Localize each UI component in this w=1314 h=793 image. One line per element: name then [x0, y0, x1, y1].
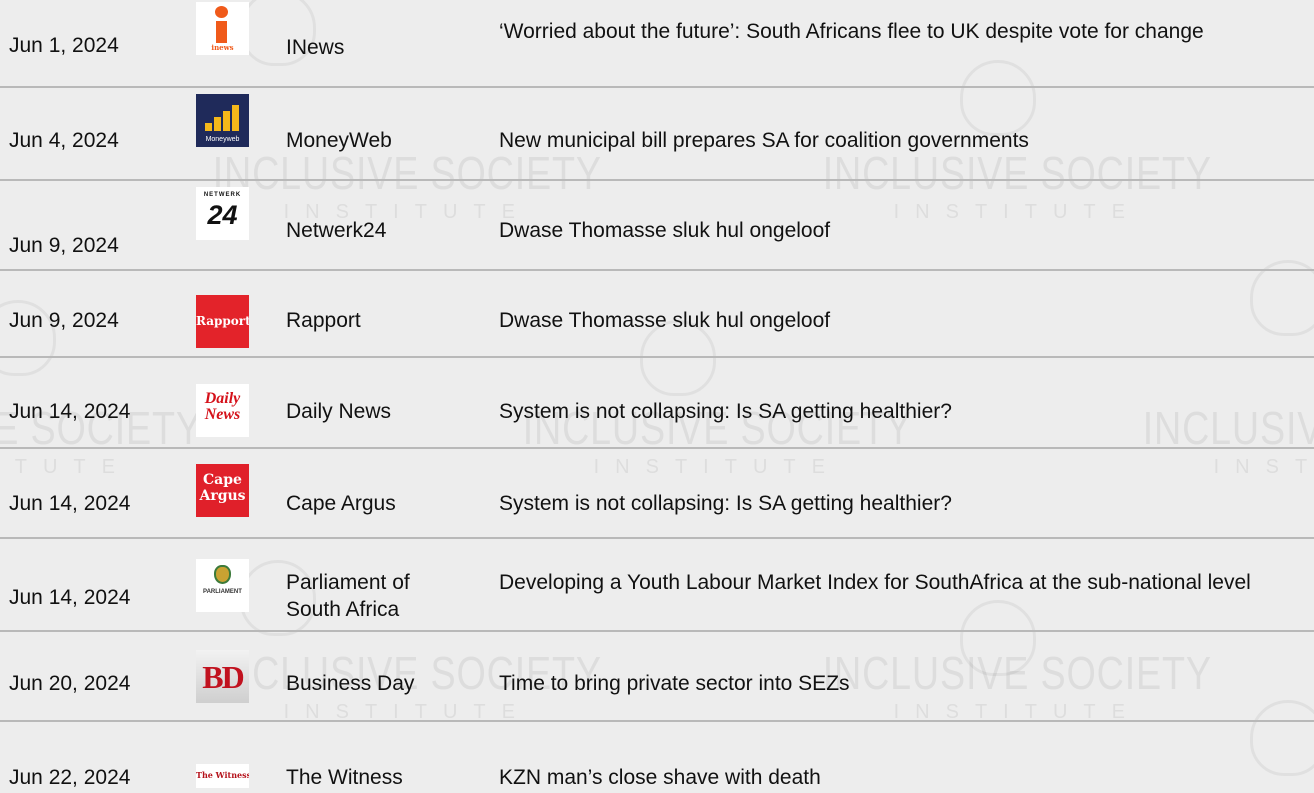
source-cell: Daily News	[286, 400, 392, 423]
headline-cell: ‘Worried about the future’: South Africa…	[499, 20, 1204, 43]
date-cell: Jun 14, 2024	[9, 492, 131, 515]
headline-cell: KZN man’s close shave with death	[499, 766, 821, 789]
table-row: Jun 14, 2024 Daily News Daily News Syste…	[0, 358, 1314, 449]
table-row: Jun 20, 2024 BD Business Day Time to bri…	[0, 632, 1314, 722]
rapport-logo-icon: Rapport	[196, 295, 249, 348]
source-cell: Netwerk24	[286, 219, 387, 242]
date-cell: Jun 22, 2024	[9, 766, 131, 789]
business-day-logo-icon: BD	[196, 650, 249, 703]
source-cell: Parliament of South Africa	[286, 571, 410, 621]
source-cell: INews	[286, 36, 345, 59]
headline-cell: Time to bring private sector into SEZs	[499, 672, 850, 695]
source-cell: Rapport	[286, 309, 361, 332]
headline-cell: Dwase Thomasse sluk hul ongeloof	[499, 309, 831, 332]
inews-logo-icon: inews	[196, 2, 249, 55]
parliament-logo-icon: PARLIAMENT	[196, 559, 249, 612]
cape-argus-logo-icon: Cape Argus	[196, 464, 249, 517]
netwerk24-logo-icon: NETWERK 24	[196, 187, 249, 240]
headline-cell: New municipal bill prepares SA for coali…	[499, 129, 1029, 152]
table-row: Jun 22, 2024 The Witness The Witness KZN…	[0, 722, 1314, 793]
date-cell: Jun 14, 2024	[9, 586, 131, 609]
table-row: Jun 9, 2024 Rapport Rapport Dwase Thomas…	[0, 271, 1314, 358]
source-cell: Cape Argus	[286, 492, 396, 515]
the-witness-logo-icon: The Witness	[196, 764, 249, 788]
date-cell: Jun 4, 2024	[9, 129, 119, 152]
source-cell: MoneyWeb	[286, 129, 392, 152]
date-cell: Jun 20, 2024	[9, 672, 131, 695]
source-cell: Business Day	[286, 672, 415, 695]
table-row: Jun 14, 2024 PARLIAMENT Parliament of So…	[0, 539, 1314, 632]
table-row: Jun 4, 2024 Moneyweb MoneyWeb New munici…	[0, 88, 1314, 181]
table-row: Jun 9, 2024 NETWERK 24 Netwerk24 Dwase T…	[0, 181, 1314, 271]
moneyweb-logo-icon: Moneyweb	[196, 94, 249, 147]
source-cell: The Witness	[286, 766, 403, 789]
headline-cell: System is not collapsing: Is SA getting …	[499, 492, 952, 515]
table-row: Jun 1, 2024 inews INews ‘Worried about t…	[0, 0, 1314, 88]
date-cell: Jun 14, 2024	[9, 400, 131, 423]
headline-cell: System is not collapsing: Is SA getting …	[499, 400, 952, 423]
date-cell: Jun 9, 2024	[9, 309, 119, 332]
headline-cell: Developing a Youth Labour Market Index f…	[499, 571, 1251, 594]
daily-news-logo-icon: Daily News	[196, 384, 249, 437]
date-cell: Jun 1, 2024	[9, 34, 119, 57]
headline-cell: Dwase Thomasse sluk hul ongeloof	[499, 219, 831, 242]
table-row: Jun 14, 2024 Cape Argus Cape Argus Syste…	[0, 449, 1314, 539]
date-cell: Jun 9, 2024	[9, 234, 119, 257]
